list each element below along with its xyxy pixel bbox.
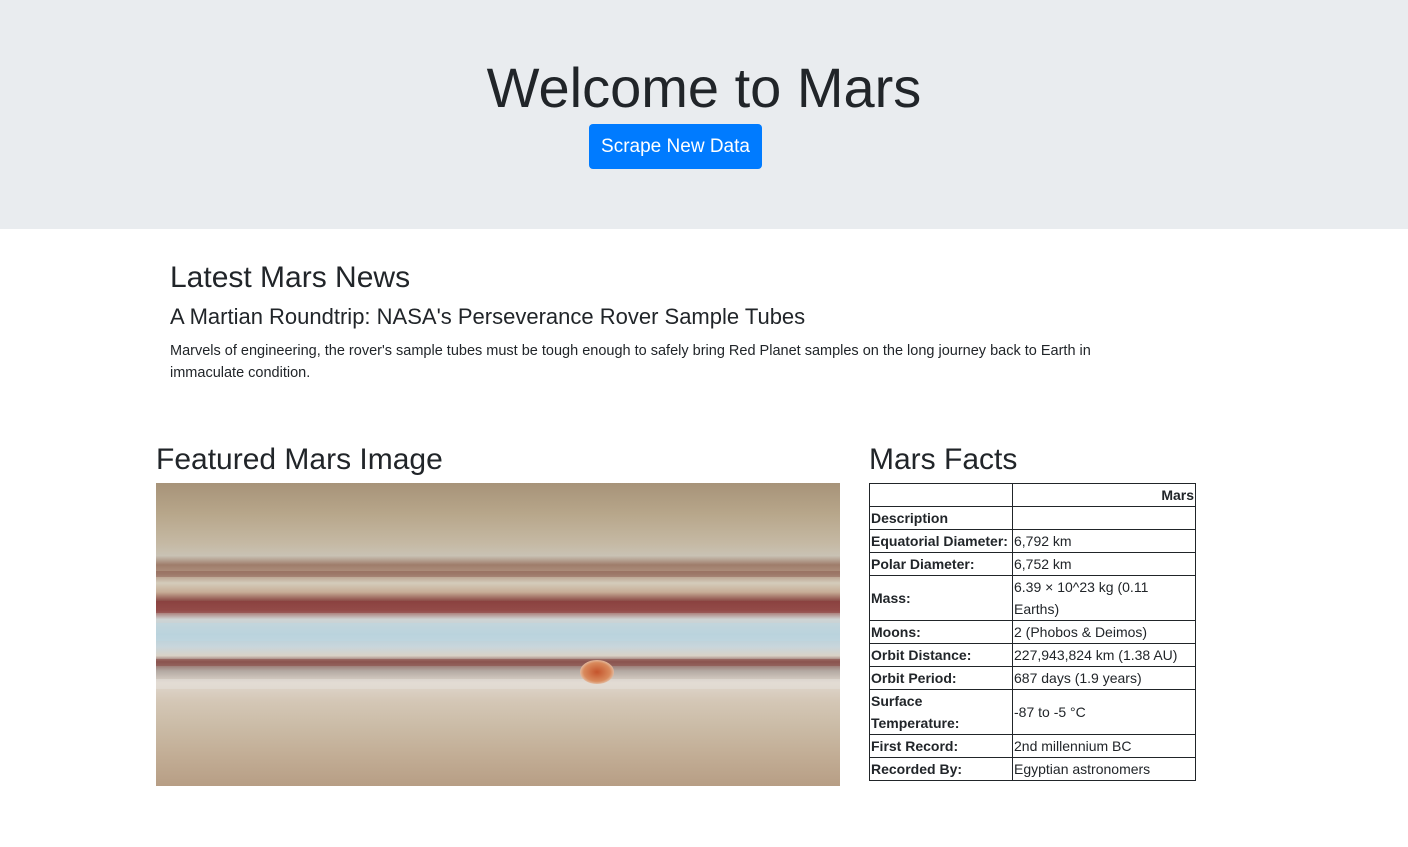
table-row: Description: [869, 506, 1196, 530]
table-row: Equatorial Diameter: 6,792 km: [869, 529, 1196, 553]
fact-label: Orbit Distance:: [869, 643, 1013, 667]
fact-value: -87 to -5 °C: [1012, 689, 1196, 735]
page-title: Welcome to Mars: [486, 56, 922, 119]
mars-facts-table: Mars Description Equatorial Diameter: 6,79…: [869, 483, 1196, 781]
mars-facts-title: Mars Facts: [869, 443, 1018, 476]
news-headline: A Martian Roundtrip: NASA's Perseverance…: [170, 304, 806, 329]
fact-value: 687 days (1.9 years): [1012, 666, 1196, 690]
fact-label: Orbit Period:: [869, 666, 1013, 690]
fact-value: 6,792 km: [1012, 529, 1196, 553]
table-row: First Record: 2nd millennium BC: [869, 734, 1196, 758]
table-row: Orbit Period: 687 days (1.9 years): [869, 666, 1196, 690]
great-red-spot: [580, 660, 614, 684]
table-row: Mass: 6.39 × 10^23 kg (0.11 Earths): [869, 575, 1196, 621]
fact-value: Egyptian astronomers: [1012, 757, 1196, 781]
fact-value: [1012, 506, 1196, 530]
fact-label: Polar Diameter:: [869, 552, 1013, 576]
table-row: Polar Diameter: 6,752 km: [869, 552, 1196, 576]
fact-value: 2nd millennium BC: [1012, 734, 1196, 758]
table-row: Surface Temperature: -87 to -5 °C: [869, 689, 1196, 735]
fact-value: 227,943,824 km (1.38 AU): [1012, 643, 1196, 667]
news-section-title: Latest Mars News: [170, 261, 411, 294]
scrape-new-data-button[interactable]: Scrape New Data: [589, 124, 762, 169]
fact-label: Description: [869, 506, 1013, 530]
table-row: Orbit Distance: 227,943,824 km (1.38 AU): [869, 643, 1196, 667]
fact-label: Equatorial Diameter:: [869, 529, 1013, 553]
table-header-row: Mars: [869, 483, 1196, 507]
fact-value: 2 (Phobos & Deimos): [1012, 620, 1196, 644]
fact-label: First Record:: [869, 734, 1013, 758]
header-jumbotron: Welcome to Mars Scrape New Data: [0, 0, 1408, 229]
featured-mars-image: [156, 483, 840, 786]
fact-value: 6,752 km: [1012, 552, 1196, 576]
fact-label: Recorded By:: [869, 757, 1013, 781]
table-row: Recorded By: Egyptian astronomers: [869, 757, 1196, 781]
table-header-empty: [869, 483, 1013, 507]
mars-facts-section: Mars Facts Mars Description Equatorial Di…: [869, 440, 1196, 781]
table-row: Moons: 2 (Phobos & Deimos): [869, 620, 1196, 644]
fact-label: Surface Temperature:: [869, 689, 1013, 735]
fact-label: Moons:: [869, 620, 1013, 644]
fact-value: 6.39 × 10^23 kg (0.11 Earths): [1012, 575, 1196, 621]
news-section: Latest Mars News A Martian Roundtrip: NA…: [170, 258, 1160, 384]
featured-image-section: Featured Mars Image: [156, 440, 840, 786]
news-teaser: Marvels of engineering, the rover's samp…: [170, 343, 1091, 381]
fact-label: Mass:: [869, 575, 1013, 621]
table-header-mars: Mars: [1012, 483, 1196, 507]
featured-image-title: Featured Mars Image: [156, 443, 443, 476]
